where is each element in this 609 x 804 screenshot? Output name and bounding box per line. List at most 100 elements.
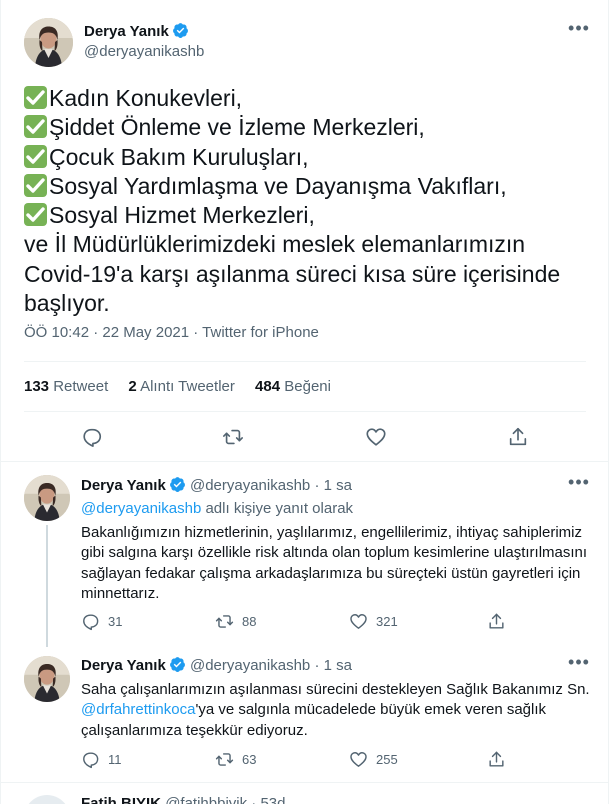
- thread-connector: [46, 525, 48, 647]
- reply-actions: 11 63 255: [81, 750, 601, 770]
- retweet-icon: [215, 753, 234, 766]
- tweet-line-text: Sosyal Yardımlaşma ve Dayanışma Vakıflar…: [49, 172, 507, 199]
- retweet-icon[interactable]: [222, 426, 244, 448]
- check-mark-icon: [24, 86, 47, 109]
- avatar[interactable]: [24, 18, 73, 67]
- check-mark-icon: [24, 115, 47, 139]
- reply-actions: 31 88 321: [81, 612, 601, 632]
- verified-badge-icon: [172, 22, 189, 39]
- reply-icon[interactable]: [81, 426, 103, 448]
- retweet-count: 133: [24, 378, 50, 395]
- author-name[interactable]: Derya Yanık: [84, 23, 169, 40]
- author-name[interactable]: Fatih BIYIK: [81, 795, 161, 804]
- reply-header: Derya Yanık @deryayanikashb · 1 sa: [81, 476, 352, 494]
- tweet-text: Kadın Konukevleri, Şiddet Önleme ve İzle…: [24, 84, 594, 318]
- author-name[interactable]: Derya Yanık: [81, 657, 166, 674]
- tweet-line-text: Sosyal Hizmet Merkezleri,: [49, 202, 315, 229]
- like-count-link[interactable]: 484 Beğeni: [255, 378, 347, 395]
- reply-header: Fatih BIYIK @fatihbbiyik · 53d: [81, 795, 286, 804]
- reply-text: Bakanlığımızın hizmetlerinin, yaşlılarım…: [81, 523, 591, 604]
- like-count: 255: [376, 752, 398, 767]
- reply-time[interactable]: · 53d: [251, 795, 285, 804]
- tweet-line: başlıyor.: [24, 290, 110, 317]
- more-options-icon[interactable]: •••: [567, 653, 591, 676]
- tweet-actions: [1, 422, 609, 452]
- share-icon: [489, 613, 504, 629]
- like-button[interactable]: 321: [349, 612, 398, 632]
- author-handle[interactable]: @deryayanikashb: [84, 43, 204, 60]
- replying-to-text: adlı kişiye yanıt olarak: [201, 500, 354, 517]
- reply-line: @drfahrettinkoca'ya ve salgınla mücadele…: [81, 700, 591, 720]
- more-options-icon[interactable]: •••: [567, 473, 591, 496]
- retweet-icon: [215, 615, 234, 628]
- like-count: 484: [255, 378, 281, 395]
- tweet-line-text: Şiddet Önleme ve İzleme Merkezleri,: [49, 114, 425, 141]
- tweet-stats: 133 Retweet 2 Alıntı Tweetler 484 Beğeni: [24, 378, 347, 395]
- tweet-line: Kadın Konukevleri,: [24, 84, 594, 113]
- reply-count: 31: [108, 614, 123, 629]
- reply-time[interactable]: · 1 sa: [314, 657, 352, 674]
- like-icon: [350, 752, 367, 767]
- tweet-line: Sosyal Yardımlaşma ve Dayanışma Vakıflar…: [24, 172, 594, 201]
- like-icon[interactable]: [365, 426, 387, 448]
- reply-icon: [83, 752, 99, 769]
- share-icon[interactable]: [507, 426, 529, 448]
- mention-link[interactable]: @drfahrettinkoca: [81, 701, 195, 718]
- reply-line: minnettarız.: [81, 584, 160, 602]
- divider: [24, 411, 586, 412]
- avatar[interactable]: [24, 475, 70, 521]
- divider: [24, 361, 586, 362]
- author-handle[interactable]: @fatihbbiyik: [165, 795, 247, 804]
- tweet-timestamp[interactable]: ÖÖ 10:42 · 22 May 2021 · Twitter for iPh…: [24, 324, 319, 341]
- reply-line: Saha çalışanlarımızın aşılanması sürecin…: [81, 681, 590, 698]
- replying-to: @deryayanikashb adlı kişiye yanıt olarak: [81, 500, 353, 517]
- reply-line: Bakanlığımızın hizmetlerinin, yaşlılarım…: [81, 524, 582, 541]
- quote-count: 2: [128, 378, 137, 395]
- replying-to-link[interactable]: @deryayanikashb: [81, 500, 201, 517]
- author-handle[interactable]: @deryayanikashb: [190, 477, 310, 494]
- reply-tweet[interactable]: Derya Yanık @deryayanikashb · 1 sa ••• S…: [1, 646, 609, 782]
- reply-line-rest: 'ya ve salgınla mücadelede büyük emek ve…: [195, 701, 547, 719]
- retweet-button[interactable]: 63: [215, 750, 256, 770]
- quote-label: Alıntı Tweetler: [140, 378, 235, 395]
- retweet-count: 63: [242, 752, 257, 767]
- like-button[interactable]: 255: [349, 750, 398, 770]
- tweet-line: Sosyal Hizmet Merkezleri,: [24, 201, 594, 230]
- avatar[interactable]: [24, 795, 70, 804]
- retweet-count-link[interactable]: 133 Retweet: [24, 378, 124, 395]
- tweet-line-text: Çocuk Bakım Kuruluşları,: [49, 143, 309, 170]
- avatar[interactable]: [24, 656, 70, 702]
- like-label: Beğeni: [284, 378, 331, 395]
- reply-time[interactable]: · 1 sa: [314, 477, 352, 494]
- check-mark-icon: [24, 144, 47, 168]
- tweet-line: Şiddet Önleme ve İzleme Merkezleri,: [24, 113, 594, 142]
- share-icon: [489, 751, 504, 767]
- reply-line: çalışanlarımıza teşekkür ediyoruz.: [81, 721, 308, 739]
- reply-icon: [83, 614, 99, 631]
- verified-badge-icon: [169, 656, 186, 673]
- main-tweet: Derya Yanık @deryayanikashb ••• Kadın Ko…: [1, 0, 609, 462]
- author-handle[interactable]: @deryayanikashb: [190, 657, 310, 674]
- tweet-line-text: Kadın Konukevleri,: [49, 85, 243, 111]
- reply-text: Saha çalışanlarımızın aşılanması sürecin…: [81, 680, 591, 741]
- author-name-row[interactable]: Derya Yanık: [84, 22, 189, 41]
- check-mark-icon: [24, 203, 47, 227]
- reply-button[interactable]: 31: [81, 612, 122, 632]
- reply-button[interactable]: 11: [81, 750, 122, 770]
- check-mark-icon: [24, 173, 47, 197]
- reply-count: 11: [108, 752, 122, 767]
- verified-badge-icon: [169, 476, 186, 493]
- author-name[interactable]: Derya Yanık: [81, 477, 166, 494]
- tweet-line: Çocuk Bakım Kuruluşları,: [24, 143, 594, 172]
- quote-count-link[interactable]: 2 Alıntı Tweetler: [128, 378, 250, 395]
- reply-tweet[interactable]: Derya Yanık @deryayanikashb · 1 sa ••• @…: [1, 463, 609, 647]
- share-button[interactable]: [487, 612, 506, 632]
- reply-tweet-partial[interactable]: Fatih BIYIK @fatihbbiyik · 53d: [1, 783, 609, 804]
- timeline-column: Derya Yanık @deryayanikashb ••• Kadın Ko…: [0, 0, 609, 804]
- reply-line: gibi salgına karşı özellikle risk altınd…: [81, 544, 588, 562]
- retweet-count: 88: [242, 614, 257, 629]
- more-options-icon[interactable]: •••: [567, 19, 591, 42]
- tweet-line: Covid-19'a karşı aşılanma süreci kısa sü…: [24, 260, 561, 287]
- retweet-button[interactable]: 88: [215, 612, 256, 632]
- share-button[interactable]: [487, 750, 506, 770]
